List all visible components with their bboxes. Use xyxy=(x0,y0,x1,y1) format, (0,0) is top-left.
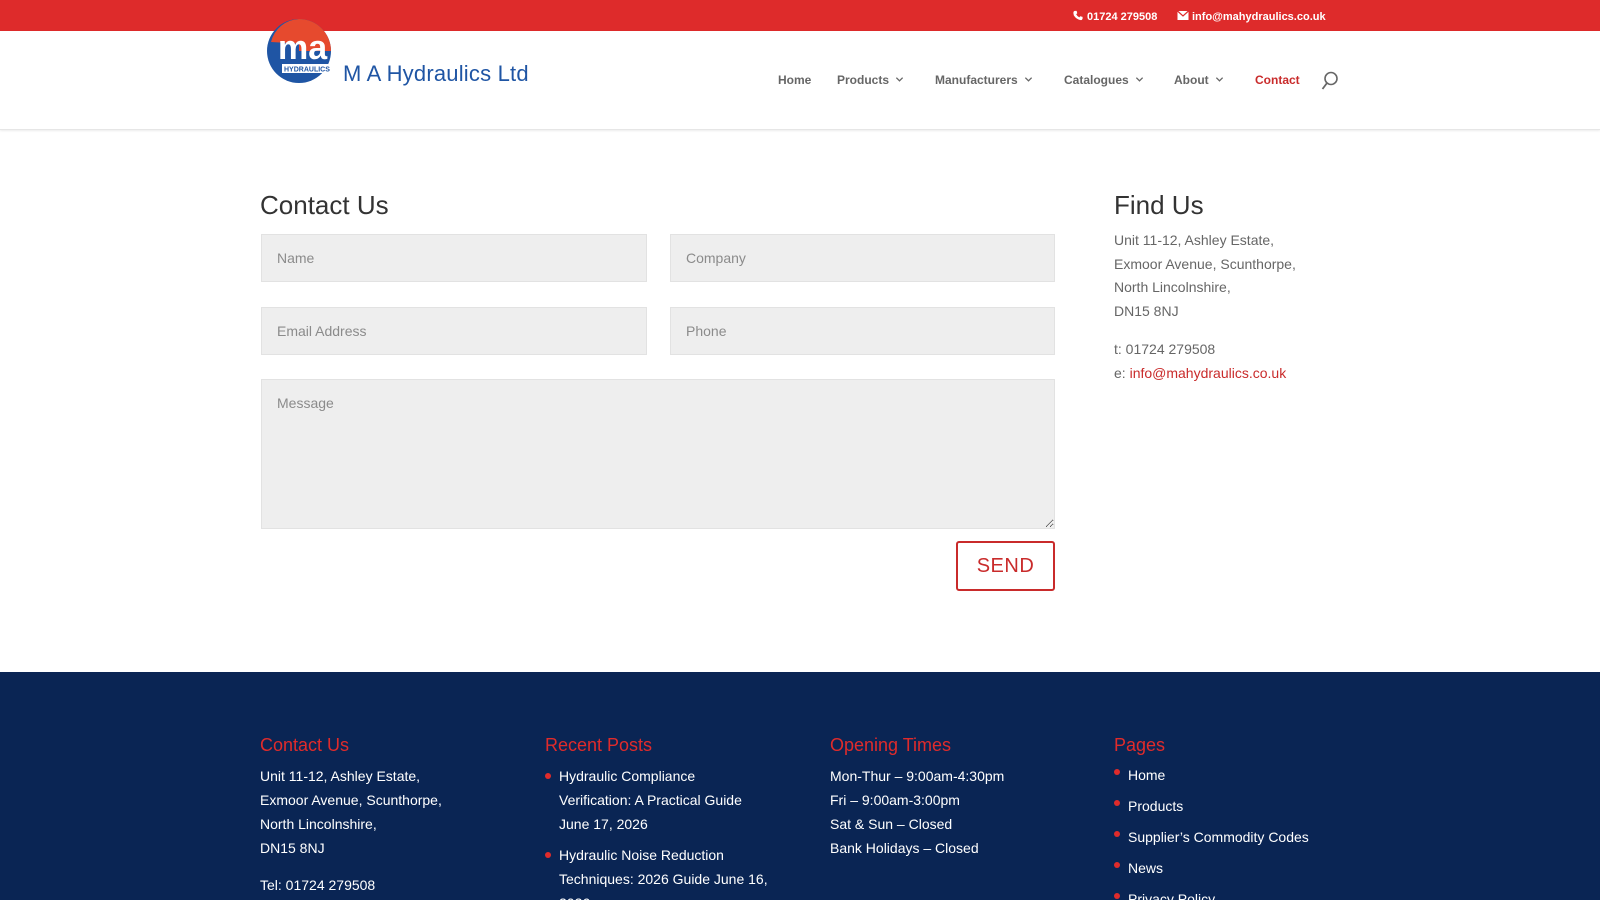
footer-contact-title: Contact Us xyxy=(260,735,350,755)
post-line: Hydraulic Compliance xyxy=(559,768,696,784)
post-date: June 17, 2026 xyxy=(559,816,648,832)
post-line: 2026 xyxy=(559,891,785,900)
find-us-phone: 01724 279508 xyxy=(1125,341,1216,357)
list-item[interactable]: News xyxy=(1114,853,1344,884)
email-input[interactable] xyxy=(261,307,647,355)
phone-input[interactable] xyxy=(670,307,1055,355)
nav-home[interactable]: Home xyxy=(778,73,811,87)
find-us-email-link[interactable]: info@mahydraulics.co.uk xyxy=(1130,365,1287,381)
nav-label: Catalogues xyxy=(1064,73,1129,87)
envelope-icon xyxy=(1177,10,1189,20)
nav-label: Home xyxy=(778,73,812,87)
top-bar-phone-label: 01724 279508 xyxy=(1087,11,1158,23)
message-textarea[interactable] xyxy=(261,379,1055,529)
find-us-contact: t: 01724 279508 e: info@mahydraulics.co.… xyxy=(1114,337,1286,385)
address-line: DN15 8NJ xyxy=(1114,302,1179,319)
footer-opening-times-title: Opening Times xyxy=(830,735,952,755)
nav-products[interactable]: Products xyxy=(837,73,904,87)
page-link-privacy-policy[interactable]: Privacy Policy xyxy=(1128,891,1215,900)
nav-label: Contact xyxy=(1255,73,1300,87)
nav-label: About xyxy=(1174,73,1209,87)
address-line: North Lincolnshire, xyxy=(260,816,377,832)
nav-about[interactable]: About xyxy=(1174,73,1224,87)
opening-times: Mon-Thur – 9:00am-4:30pm Fri – 9:00am-3:… xyxy=(830,764,1004,860)
nav-contact[interactable]: Contact xyxy=(1255,73,1300,87)
chevron-down-icon xyxy=(1135,77,1143,82)
top-bar-phone[interactable]: 01724 279508 xyxy=(1072,10,1157,23)
footer-contact-address: Unit 11-12, Ashley Estate, Exmoor Avenue… xyxy=(260,764,442,860)
name-input[interactable] xyxy=(261,234,647,282)
company-input[interactable] xyxy=(670,234,1055,282)
logo-mark-icon: ma HYDRAULICS xyxy=(267,19,332,83)
opening-line: Bank Holidays – Closed xyxy=(830,840,979,856)
post-line: Hydraulic Noise Reduction xyxy=(559,847,724,863)
list-item[interactable]: Products xyxy=(1114,791,1344,822)
address-line: Exmoor Avenue, Scunthorpe, xyxy=(1114,255,1296,272)
svg-text:ma: ma xyxy=(278,29,328,67)
logo-text[interactable]: M A Hydraulics Ltd xyxy=(343,61,529,87)
post-line: Verification: A Practical Guide xyxy=(559,792,742,808)
top-bar-email[interactable]: info@mahydraulics.co.uk xyxy=(1177,10,1326,23)
list-item[interactable]: Privacy Policy xyxy=(1114,884,1344,900)
phone-prefix: t: xyxy=(1114,341,1126,357)
address-line: North Lincolnshire, xyxy=(1114,279,1231,295)
list-item[interactable]: Hydraulic Noise Reduction Techniques: 20… xyxy=(545,843,785,900)
page-link-products[interactable]: Products xyxy=(1128,798,1183,814)
address-line: Exmoor Avenue, Scunthorpe, xyxy=(260,792,442,808)
svg-text:HYDRAULICS: HYDRAULICS xyxy=(284,67,330,74)
contact-title: Contact Us xyxy=(260,190,389,220)
top-bar-email-label: info@mahydraulics.co.uk xyxy=(1192,11,1326,23)
top-bar: 01724 279508 info@mahydraulics.co.uk xyxy=(0,0,1600,31)
address-line: Unit 11-12, Ashley Estate, xyxy=(260,768,421,784)
opening-line: Sat & Sun – Closed xyxy=(830,816,953,832)
address-line: Unit 11-12, Ashley Estate, xyxy=(1114,232,1275,248)
phone-icon xyxy=(1073,10,1083,21)
nav-label: Products xyxy=(837,73,890,87)
footer-contact-tel: Tel: 01724 279508 xyxy=(260,877,376,893)
post-line: Techniques: 2026 Guide June 16, xyxy=(559,871,768,887)
find-us-email-line: e: info@mahydraulics.co.uk xyxy=(1114,361,1286,385)
page-link-news[interactable]: News xyxy=(1128,860,1163,876)
pages-list: Home Products Supplier’s Commodity Codes… xyxy=(1114,760,1344,900)
chevron-down-icon xyxy=(1215,77,1223,82)
nav-label: Manufacturers xyxy=(935,73,1018,87)
chevron-down-icon xyxy=(895,77,904,82)
page-link-home[interactable]: Home xyxy=(1128,767,1165,783)
list-item[interactable]: Supplier’s Commodity Codes xyxy=(1114,822,1344,853)
page-link-commodity-codes[interactable]: Supplier’s Commodity Codes xyxy=(1128,829,1309,845)
search-icon[interactable] xyxy=(1321,71,1339,91)
footer-pages-title: Pages xyxy=(1114,735,1166,755)
list-item[interactable]: Hydraulic Compliance Verification: A Pra… xyxy=(545,764,785,836)
nav-manufacturers[interactable]: Manufacturers xyxy=(935,73,1033,87)
footer-recent-posts-title: Recent Posts xyxy=(545,735,653,755)
find-us-phone-line: t: 01724 279508 xyxy=(1114,337,1286,361)
site-footer xyxy=(0,672,1600,900)
opening-line: Mon-Thur – 9:00am-4:30pm xyxy=(830,768,1005,784)
chevron-down-icon xyxy=(1024,77,1032,82)
opening-line: Fri – 9:00am-3:00pm xyxy=(830,792,960,808)
nav-catalogues[interactable]: Catalogues xyxy=(1064,73,1144,87)
address-line: DN15 8NJ xyxy=(260,840,325,856)
find-us-address: Unit 11-12, Ashley Estate, Exmoor Avenue… xyxy=(1114,229,1296,323)
recent-posts-list: Hydraulic Compliance Verification: A Pra… xyxy=(545,764,785,900)
find-us-title: Find Us xyxy=(1114,190,1204,220)
list-item[interactable]: Home xyxy=(1114,760,1344,791)
email-prefix: e: xyxy=(1114,365,1130,381)
send-button[interactable]: SEND xyxy=(956,541,1055,591)
